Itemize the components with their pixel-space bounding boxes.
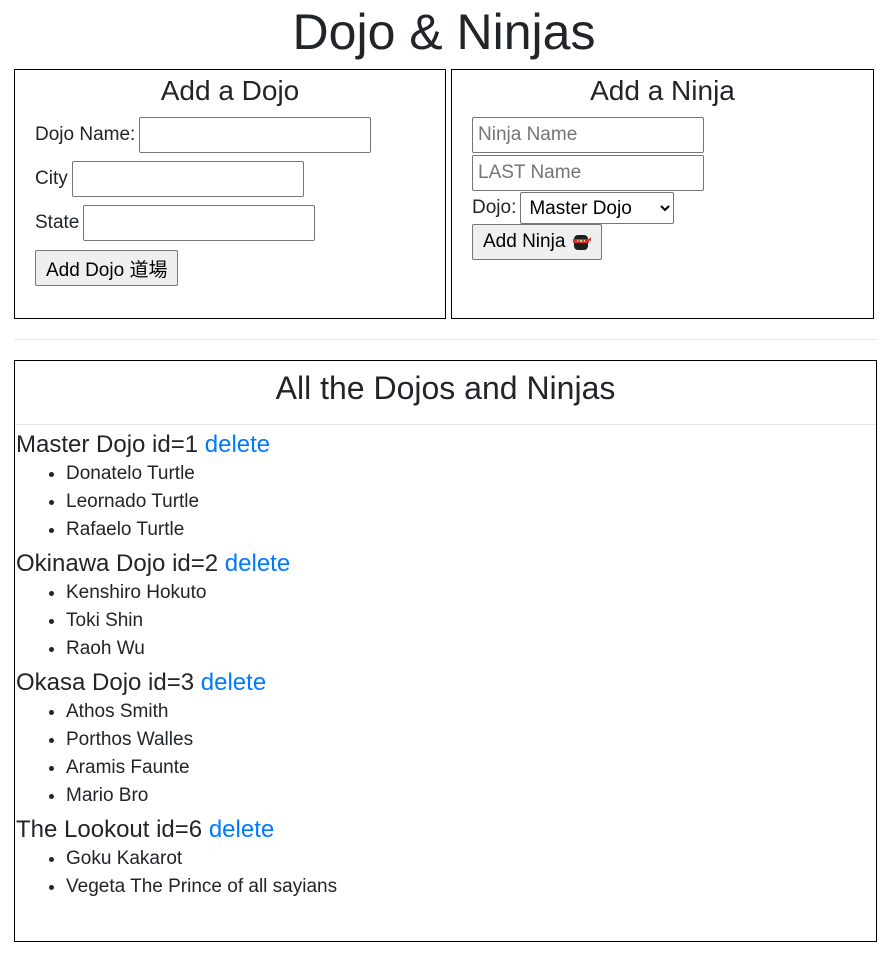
section-divider (14, 339, 877, 340)
city-row: City (35, 161, 304, 197)
ninja-first-name-input[interactable] (472, 117, 704, 153)
dojo-heading: The Lookout id=6 delete (16, 810, 876, 845)
ninja-list: Donatelo Turtle Leornado Turtle Rafaelo … (16, 460, 876, 544)
add-dojo-title: Add a Dojo (160, 75, 300, 106)
ninja-list-item: Kenshiro Hokuto (66, 579, 876, 607)
state-label: State (35, 212, 80, 233)
add-ninja-button-row: Add Ninja (472, 224, 603, 260)
city-input[interactable] (71, 161, 304, 197)
delete-dojo-link[interactable]: delete (225, 550, 290, 577)
ninja-list-item: Aramis Faunte (66, 754, 876, 782)
dojo-title: Master Dojo id=1 (16, 431, 199, 458)
add-ninja-title: Add a Ninja (590, 75, 735, 106)
dojo-block: Master Dojo id=1 delete Donatelo Turtle … (16, 425, 876, 544)
dojo-title: Okinawa Dojo id=2 (16, 550, 219, 577)
city-label: City (35, 168, 68, 189)
ninja-list-item: Donatelo Turtle (66, 460, 876, 488)
dojo-block: Okasa Dojo id=3 delete Athos Smith Porth… (16, 663, 876, 810)
add-ninja-panel: Add a Ninja Dojo: Master Dojo Add Ninja (451, 69, 874, 319)
dojo-select-row: Dojo: Master Dojo (472, 192, 675, 224)
state-input[interactable] (83, 205, 316, 241)
state-row: State (35, 205, 316, 241)
add-dojo-button[interactable]: Add Dojo 道場 (35, 250, 179, 286)
dojo-title: Okasa Dojo id=3 (16, 669, 195, 696)
ninja-icon (571, 232, 592, 252)
dojo-heading: Okasa Dojo id=3 delete (16, 663, 876, 698)
dojo-select[interactable]: Master Dojo (520, 192, 675, 224)
ninja-list-item: Rafaelo Turtle (66, 516, 876, 544)
dojo-title: The Lookout id=6 (16, 816, 203, 843)
dojo-select-label: Dojo: (472, 197, 517, 218)
add-dojo-panel: Add a Dojo Dojo Name: City State Add Doj… (14, 69, 446, 319)
ninja-list-item: Leornado Turtle (66, 488, 876, 516)
delete-dojo-link[interactable]: delete (201, 669, 266, 696)
ninja-list: Kenshiro Hokuto Toki Shin Raoh Wu (16, 579, 876, 663)
delete-dojo-link[interactable]: delete (209, 816, 274, 843)
ninja-list-item: Athos Smith (66, 698, 876, 726)
add-ninja-button[interactable]: Add Ninja (472, 224, 603, 260)
dojo-block: Okinawa Dojo id=2 delete Kenshiro Hokuto… (16, 544, 876, 663)
dojo-heading: Master Dojo id=1 delete (16, 425, 876, 460)
ninja-last-name-input[interactable] (472, 155, 704, 191)
dojo-name-input[interactable] (139, 117, 372, 153)
dojo-name-row: Dojo Name: (35, 117, 372, 153)
dojo-heading: Okinawa Dojo id=2 delete (16, 544, 876, 579)
ninja-list: Athos Smith Porthos Walles Aramis Faunte… (16, 698, 876, 810)
ninja-first-name-row (472, 117, 704, 153)
ninja-list-item: Raoh Wu (66, 635, 876, 663)
dojo-list-title: All the Dojos and Ninjas (15, 361, 876, 425)
ninja-last-name-row (472, 155, 704, 191)
add-dojo-button-row: Add Dojo 道場 (35, 250, 179, 286)
ninja-list: Goku Kakarot Vegeta The Prince of all sa… (16, 845, 876, 901)
dojo-name-label: Dojo Name: (35, 124, 136, 145)
dojo-list-panel: All the Dojos and Ninjas Master Dojo id=… (14, 360, 877, 942)
ninja-list-item: Goku Kakarot (66, 845, 876, 873)
page-title: Dojo & Ninjas (292, 4, 596, 60)
add-ninja-button-label: Add Ninja (483, 231, 566, 252)
ninja-list-item: Toki Shin (66, 607, 876, 635)
ninja-list-item: Mario Bro (66, 782, 876, 810)
ninja-list-item: Vegeta The Prince of all sayians (66, 873, 876, 901)
delete-dojo-link[interactable]: delete (205, 431, 270, 458)
ninja-list-item: Porthos Walles (66, 726, 876, 754)
dojo-block: The Lookout id=6 delete Goku Kakarot Veg… (16, 810, 876, 901)
